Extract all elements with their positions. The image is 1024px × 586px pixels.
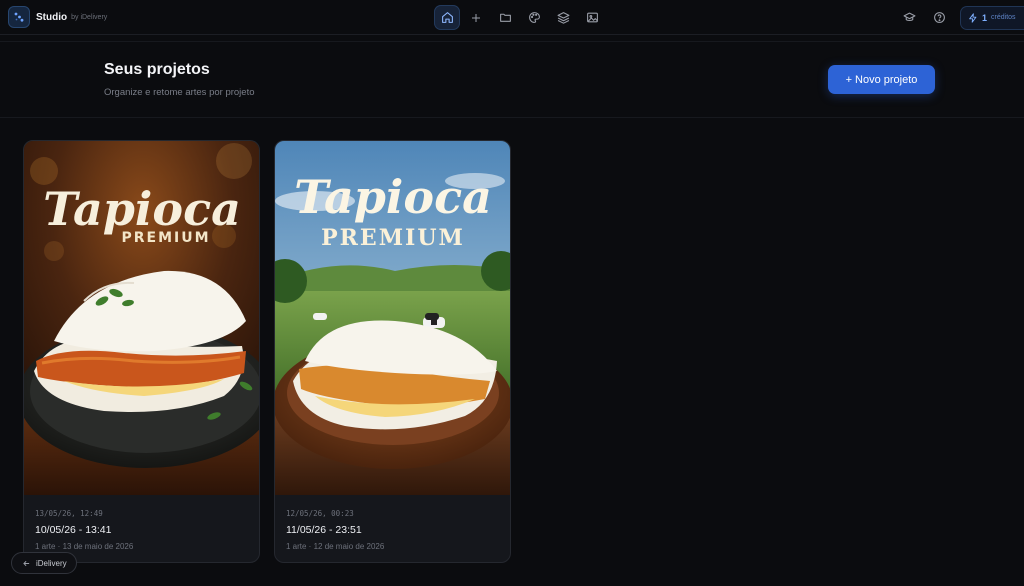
graduation-cap-icon [903,12,915,22]
main-nav [434,5,605,30]
plus-icon [472,13,480,22]
credits-count: 1 [982,12,988,23]
arrow-left-icon [23,560,30,566]
new-project-button[interactable]: + Novo projeto [828,65,935,94]
project-thumbnail[interactable]: Tapioca PREMIUM [24,141,259,495]
project-thumbnail[interactable]: Tapioca PREMIUM [275,141,510,495]
art-title-1: Tapioca [43,182,241,236]
page-header: Seus projetos Organize e retome artes po… [0,42,1024,118]
image-icon [586,12,598,23]
project-card[interactable]: Tapioca PREMIUM 13/05/26, 12:49 10/05/26… [23,140,260,563]
nav-layers-button[interactable] [550,5,576,30]
art-subtitle-1: PREMIUM [121,230,210,246]
question-icon [933,12,945,23]
studio-logo-icon [8,6,30,28]
back-label: iDelivery [36,558,67,568]
project-timestamp: 12/05/26, 00:23 [286,509,354,518]
credits-label: créditos [991,14,1016,21]
nav-image-button[interactable] [579,5,605,30]
brand-by: by iDelivery [71,14,108,21]
palette-icon [528,12,540,23]
page-title: Seus projetos [104,61,210,78]
layers-icon [557,12,569,24]
tutorials-button[interactable] [896,5,922,30]
project-name: 11/05/26 - 23:51 [286,524,362,536]
top-bar: Studio by iDelivery 1 créditos [0,0,1024,35]
project-summary: 1 arte · 13 de maio de 2026 [35,542,134,551]
lightning-icon [969,12,977,23]
project-card[interactable]: Tapioca PREMIUM 12/05/26, 00:23 11/05/26… [274,140,511,563]
project-meta: 12/05/26, 00:23 11/05/26 - 23:51 1 arte … [286,509,501,551]
project-meta: 13/05/26, 12:49 10/05/26 - 13:41 1 arte … [35,509,250,551]
project-summary: 1 arte · 12 de maio de 2026 [286,542,385,551]
back-to-idelivery-button[interactable]: iDelivery [11,552,77,574]
top-right-actions: 1 créditos [896,5,1024,30]
art-title-2: Tapioca [294,170,492,224]
help-button[interactable] [926,5,952,30]
home-icon [441,12,453,23]
nav-palette-button[interactable] [521,5,547,30]
credits-badge[interactable]: 1 créditos [960,5,1024,30]
nav-folder-button[interactable] [492,5,518,30]
project-name: 10/05/26 - 13:41 [35,524,112,536]
art-subtitle-2: PREMIUM [321,225,465,251]
nav-new-button[interactable] [463,5,489,30]
page-subtitle: Organize e retome artes por projeto [104,87,255,98]
nav-home-button[interactable] [434,5,460,30]
brand-name: Studio [36,11,68,23]
folder-icon [499,13,511,22]
project-timestamp: 13/05/26, 12:49 [35,509,103,518]
brand[interactable]: Studio by iDelivery [8,6,107,28]
